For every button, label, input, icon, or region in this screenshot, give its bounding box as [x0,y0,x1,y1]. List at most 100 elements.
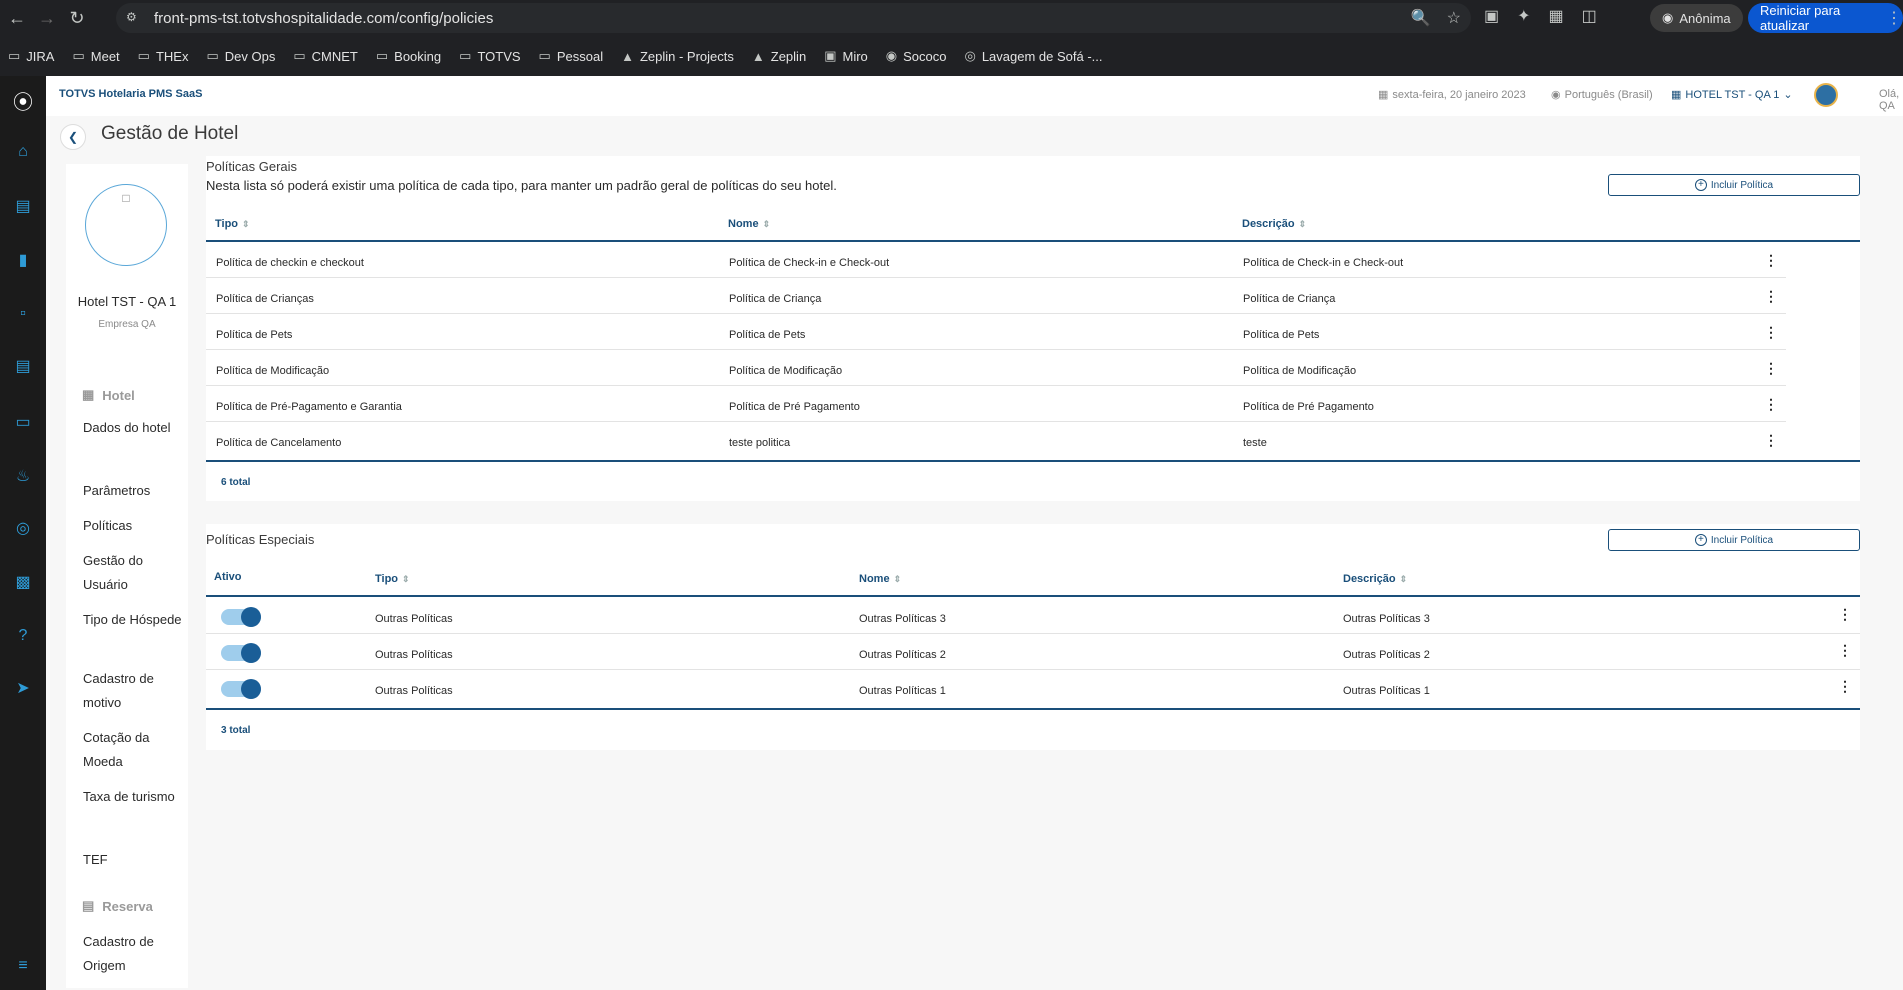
rocket-icon[interactable]: ➤ [0,670,46,706]
column-header-nome[interactable]: Nome ⇕ [728,218,770,230]
sidebar-item-cadastro-de-origem[interactable]: Cadastro de Origem [83,930,183,978]
sidebar-item-cadastro-de-motivo[interactable]: Cadastro de motivo [83,667,183,715]
puzzle-icon[interactable]: ▦ [1549,6,1564,26]
column-header-descricao[interactable]: Descrição ⇕ [1343,573,1407,585]
sidebar-item-gestao-do-usuario[interactable]: Gestão do Usuário [83,549,183,597]
collapse-menu-icon[interactable]: ≡ [0,948,46,984]
row-actions-icon[interactable]: ⋮ [1838,678,1852,695]
back-arrow-icon[interactable]: ← [4,5,30,31]
bookmark-item[interactable]: ▭ Meet [72,48,119,64]
column-header-descricao[interactable]: Descrição ⇕ [1242,218,1306,230]
forward-arrow-icon[interactable]: → [34,5,60,31]
table-header-divider [206,595,1860,597]
table-cell: Política de Modificação [729,365,843,377]
bookmark-item[interactable]: ▭ THEx [138,48,189,64]
bookmark-item[interactable]: ▭ Pessoal [539,48,604,64]
column-header-nome[interactable]: Nome ⇕ [859,573,901,585]
active-toggle[interactable] [221,679,261,699]
add-special-policy-button[interactable]: + Incluir Política [1608,529,1860,551]
app-rail: ⦿ ⌂ ▤ ▮ ▫ ▤ ▭ ♨ ◎ ▩ ? ➤ ≡ [0,76,46,990]
row-actions-icon[interactable]: ⋮ [1764,396,1778,413]
column-header-tipo[interactable]: Tipo ⇕ [375,573,410,585]
sidebar-toggle-icon[interactable]: ◫ [1582,6,1597,26]
help-icon[interactable]: ? [0,618,46,654]
bookmark-item[interactable]: ◎ Lavagem de Sofá -... [964,48,1102,64]
home-icon[interactable]: ⌂ [0,134,46,170]
reload-icon[interactable]: ↻ [64,5,90,31]
update-button[interactable]: Reiniciar para atualizar [1748,3,1903,33]
zoom-icon[interactable]: 🔍 [1411,8,1431,28]
bookmark-item[interactable]: ▭ JIRA [8,48,54,64]
folder-icon: ▭ [137,48,150,63]
row-actions-icon[interactable]: ⋮ [1764,324,1778,341]
date-text: sexta-feira, 20 janeiro 2023 [1392,88,1526,101]
back-button[interactable]: ❮ [60,124,86,150]
document-icon[interactable]: ▭ [0,404,46,440]
plus-circle-icon: + [1694,534,1707,546]
browser-menu-icon[interactable]: ⋮ [1886,8,1902,28]
table-cell: Política de Check-in e Check-out [729,257,890,269]
row-actions-icon[interactable]: ⋮ [1764,432,1778,449]
row-actions-icon[interactable]: ⋮ [1838,606,1852,623]
settings-icon[interactable]: ◎ [0,510,46,546]
user-menu[interactable]: Olá, QA ⌄ [1879,88,1903,112]
housekeeping-icon[interactable]: ♨ [0,458,46,494]
reports-chart-icon[interactable]: ▩ [0,564,46,600]
bed-icon[interactable]: ▤ [0,188,46,224]
app-logo-icon[interactable]: ⦿ [0,82,46,118]
sidebar-item-tef[interactable]: TEF [83,848,183,872]
row-divider [206,349,1786,350]
sidebar-item-parametros[interactable]: Parâmetros [83,479,183,503]
table-cell: Política de Cancelamento [216,437,342,449]
table-cell: Política de Pré Pagamento [1243,401,1374,413]
sort-icon: ⇕ [893,574,902,584]
bookmark-item[interactable]: ▣ Miro [824,48,868,64]
bookmark-item[interactable]: ▲ Zeplin [752,49,806,64]
toggle-knob [241,607,261,627]
sidebar-item-tipo-de-hospede[interactable]: Tipo de Hóspede [83,608,183,632]
sidebar-item-taxa-de-turismo[interactable]: Taxa de turismo [83,785,183,809]
table-cell: teste politica [729,437,791,449]
miro-icon: ▣ [824,48,837,63]
site-settings-icon[interactable]: ⚙ [126,10,142,26]
table-footer-divider [206,460,1860,462]
bookmark-item[interactable]: ◉ Sococo [886,48,947,64]
receipt-icon[interactable]: ▫ [0,296,46,332]
address-bar[interactable]: ⚙ front-pms-tst.totvshospitalidade.com/c… [116,3,1471,33]
avatar[interactable] [1814,83,1838,107]
bookmark-label: Booking [394,48,442,64]
sidebar-item-politicas[interactable]: Políticas [83,514,183,538]
url-text[interactable]: front-pms-tst.totvshospitalidade.com/con… [154,10,493,27]
rooms-icon[interactable]: ▤ [0,348,46,384]
incognito-badge[interactable]: ◉ Anônima [1650,4,1743,32]
row-actions-icon[interactable]: ⋮ [1838,642,1852,659]
sidebar-item-cotacao-da-moeda[interactable]: Cotação da Moeda [83,726,183,774]
luggage-icon[interactable]: ▮ [0,242,46,278]
bookmark-item[interactable]: ▭ Dev Ops [206,48,275,64]
bookmark-item[interactable]: ▲ Zeplin - Projects [621,49,734,64]
bookmark-star-icon[interactable]: ☆ [1447,8,1461,28]
column-header-ativo: Ativo [214,571,242,583]
hotel-selector[interactable]: ▦ HOTEL TST - QA 1 ⌄ [1671,88,1793,102]
bookmark-item[interactable]: ▭ CMNET [293,48,358,64]
extension-icon[interactable]: ✦ [1517,6,1530,26]
table-cell: Política de Modificação [216,365,330,377]
bookmark-item[interactable]: ▭ TOTVS [459,48,520,64]
camera-icon[interactable]: ▣ [1484,6,1499,26]
bookmark-label: Meet [90,48,120,64]
brand-name: TOTVS Hotelaria PMS SaaS [59,88,203,100]
bookmark-item[interactable]: ▭ Booking [376,48,441,64]
column-header-tipo[interactable]: Tipo ⇕ [215,218,250,230]
zeplin-icon: ▲ [621,48,634,64]
active-toggle[interactable] [221,643,261,663]
folder-icon: ▭ [72,48,85,63]
add-general-policy-button[interactable]: + Incluir Política [1608,174,1860,196]
language-selector[interactable]: ◉ Português (Brasil) [1551,88,1653,102]
row-actions-icon[interactable]: ⋮ [1764,288,1778,305]
add-general-policy-label: Incluir Política [1710,179,1774,191]
sidebar-item-dados-do-hotel[interactable]: Dados do hotel [83,416,183,440]
active-toggle[interactable] [221,607,261,627]
row-actions-icon[interactable]: ⋮ [1764,360,1778,377]
table-cell: Outras Políticas [375,613,453,625]
row-actions-icon[interactable]: ⋮ [1764,252,1778,269]
